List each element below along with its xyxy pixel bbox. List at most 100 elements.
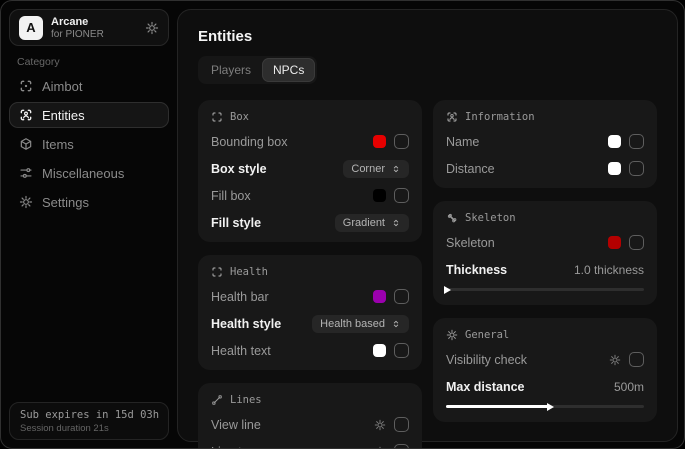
row-label: Fill style [211, 216, 261, 230]
sidebar-item-aimbot[interactable]: Aimbot [9, 73, 169, 99]
tab-npcs[interactable]: NPCs [262, 58, 315, 82]
health-card: Health Health bar Health style Health ba… [198, 255, 422, 370]
setting-row-visibility-check: Visibility check [446, 351, 644, 368]
lines-card: Lines View line Line to enemy [198, 383, 422, 449]
health-text-checkbox[interactable] [394, 343, 409, 358]
setting-row-bounding-box: Bounding box [211, 133, 409, 150]
general-card: General Visibility check Max distance [433, 318, 657, 422]
chevron-up-down-icon [391, 164, 401, 174]
card-title: Information [465, 111, 535, 123]
fill-style-dropdown[interactable]: Gradient [335, 214, 409, 232]
sun-gear-icon [446, 329, 458, 341]
sidebar-item-items[interactable]: Items [9, 131, 169, 157]
card-title: Box [230, 111, 249, 123]
row-label: Health text [211, 344, 271, 358]
sidebar-nav: Aimbot Entities Items Miscellaneous Sett… [9, 73, 169, 215]
setting-row-max-distance: Max distance 500m [446, 378, 644, 395]
card-title: General [465, 329, 509, 341]
setting-row-fill-style: Fill style Gradient [211, 214, 409, 231]
bone-icon [446, 212, 458, 224]
color-swatch[interactable] [373, 135, 386, 148]
entity-scan-icon [19, 108, 33, 122]
gear-icon [609, 354, 621, 366]
setting-row-fill-box: Fill box [211, 187, 409, 204]
name-checkbox[interactable] [629, 134, 644, 149]
setting-row-line-to-enemy: Line to enemy [211, 443, 409, 449]
setting-row-health-style: Health style Health based [211, 315, 409, 332]
fill-box-checkbox[interactable] [394, 188, 409, 203]
visibility-check-checkbox[interactable] [629, 352, 644, 367]
box-card: Box Bounding box Box style Corner [198, 100, 422, 242]
color-swatch[interactable] [373, 290, 386, 303]
chevron-up-down-icon [391, 218, 401, 228]
package-icon [19, 137, 33, 151]
card-title: Skeleton [465, 212, 516, 224]
row-label: Skeleton [446, 236, 495, 250]
max-distance-slider[interactable] [446, 402, 644, 411]
header-settings-button[interactable] [145, 21, 159, 35]
scan-brackets-icon [211, 111, 223, 123]
sidebar-item-entities[interactable]: Entities [9, 102, 169, 128]
view-line-checkbox[interactable] [394, 417, 409, 432]
box-style-dropdown[interactable]: Corner [343, 160, 409, 178]
app-subtitle: for PIONER [51, 29, 137, 40]
sidebar-item-label: Settings [42, 195, 89, 210]
setting-row-health-bar: Health bar [211, 288, 409, 305]
max-distance-value: 500m [614, 380, 644, 394]
row-label: Distance [446, 162, 495, 176]
row-label: Visibility check [446, 353, 527, 367]
view-line-settings-button[interactable] [374, 419, 386, 431]
sidebar: A Arcane for PIONER Category Aimbot Enti… [1, 1, 177, 448]
information-card: Information Name Distance [433, 100, 657, 188]
health-bar-checkbox[interactable] [394, 289, 409, 304]
row-label: Box style [211, 162, 267, 176]
app-logo: A [19, 16, 43, 40]
main-panel: Entities Players NPCs Box Bounding box [177, 9, 678, 442]
thickness-slider[interactable] [446, 285, 644, 294]
sidebar-item-settings[interactable]: Settings [9, 189, 169, 215]
sidebar-item-label: Aimbot [42, 79, 82, 94]
bounding-box-checkbox[interactable] [394, 134, 409, 149]
setting-row-name: Name [446, 133, 644, 150]
setting-row-distance: Distance [446, 160, 644, 177]
slider-thumb[interactable] [444, 286, 451, 294]
tab-players[interactable]: Players [200, 58, 262, 82]
row-label: Bounding box [211, 135, 287, 149]
color-swatch[interactable] [608, 135, 621, 148]
chevron-up-down-icon [391, 319, 401, 329]
right-column: Information Name Distance [433, 100, 657, 422]
sliders-icon [19, 166, 33, 180]
distance-checkbox[interactable] [629, 161, 644, 176]
card-title: Lines [230, 394, 262, 406]
color-swatch[interactable] [373, 344, 386, 357]
sidebar-item-miscellaneous[interactable]: Miscellaneous [9, 160, 169, 186]
setting-row-skeleton: Skeleton [446, 234, 644, 251]
row-label: Max distance [446, 380, 525, 394]
color-swatch[interactable] [373, 189, 386, 202]
crosshair-icon [19, 79, 33, 93]
line-to-enemy-checkbox[interactable] [394, 444, 409, 449]
color-swatch[interactable] [608, 236, 621, 249]
app-name: Arcane [51, 16, 137, 28]
setting-row-view-line: View line [211, 416, 409, 433]
color-swatch[interactable] [608, 162, 621, 175]
setting-row-box-style: Box style Corner [211, 160, 409, 177]
health-style-dropdown[interactable]: Health based [312, 315, 409, 333]
skeleton-checkbox[interactable] [629, 235, 644, 250]
line-to-enemy-settings-button[interactable] [374, 446, 386, 449]
row-label: Line to enemy [211, 445, 290, 449]
row-label: Thickness [446, 263, 507, 277]
left-column: Box Bounding box Box style Corner [198, 100, 422, 449]
gear-icon [374, 419, 386, 431]
slider-thumb[interactable] [547, 403, 554, 411]
row-label: View line [211, 418, 261, 432]
app-window: A Arcane for PIONER Category Aimbot Enti… [0, 0, 685, 449]
row-label: Fill box [211, 189, 251, 203]
visibility-check-settings-button[interactable] [609, 354, 621, 366]
skeleton-card: Skeleton Skeleton Thickness 1.0 thicknes… [433, 201, 657, 305]
gear-icon [145, 21, 159, 35]
sidebar-item-label: Entities [42, 108, 85, 123]
sub-expires-text: Sub expires in 15d 03h [20, 409, 158, 421]
row-label: Name [446, 135, 479, 149]
session-duration-text: Session duration 21s [20, 423, 158, 434]
